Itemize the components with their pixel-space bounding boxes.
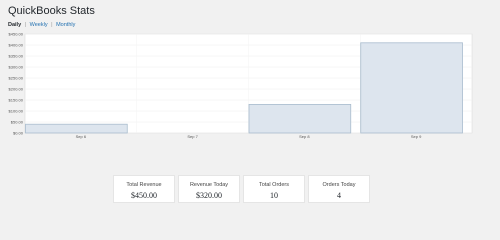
y-tick-label: $250.00 [9,75,24,80]
y-tick-label: $150.00 [9,97,24,102]
y-tick-label: $0.00 [13,130,24,135]
x-tick-label: Sep 8 [299,134,310,139]
bar [25,123,128,134]
stat-value: $320.00 [196,191,222,200]
stat-value: 10 [270,191,278,200]
stat-label: Total Revenue [126,182,162,188]
tab-monthly[interactable]: Monthly [56,22,75,28]
y-tick-label: $300.00 [9,64,24,69]
y-tick-label: $450.00 [9,31,24,36]
revenue-chart: $0.00 $50.00 $100.00 $150.00 $200.00 $250.00 $… [9,31,473,139]
bar [360,42,463,134]
page-title: QuickBooks Stats [8,5,95,17]
stat-label: Orders Today [322,182,356,188]
stat-label: Total Orders [259,182,289,188]
y-tick-label: $50.00 [11,119,24,124]
stats-cards: Total Revenue $450.00 Revenue Today $320… [113,175,370,203]
stat-value: $450.00 [131,191,157,200]
tab-weekly[interactable]: Weekly [30,22,48,28]
tab-separator: | [51,22,53,28]
stat-card-total-orders: Total Orders 10 [243,175,305,203]
y-tick-label: $100.00 [9,108,24,113]
stat-card-revenue-today: Revenue Today $320.00 [178,175,240,203]
period-tabs: Daily | Weekly | Monthly [8,22,75,28]
tab-separator: | [24,22,27,28]
stat-card-orders-today: Orders Today 4 [308,175,370,203]
x-tick-label: Sep 9 [411,134,422,139]
y-tick-label: $350.00 [9,53,24,58]
x-tick-label: Sep 6 [76,134,87,139]
y-tick-label: $400.00 [9,42,24,47]
stat-value: 4 [337,191,341,200]
tab-daily[interactable]: Daily [8,22,21,28]
stat-card-total-revenue: Total Revenue $450.00 [113,175,175,203]
y-tick-label: $200.00 [9,86,24,91]
x-tick-label: Sep 7 [187,134,198,139]
stat-label: Revenue Today [189,182,229,188]
bar [248,104,352,134]
